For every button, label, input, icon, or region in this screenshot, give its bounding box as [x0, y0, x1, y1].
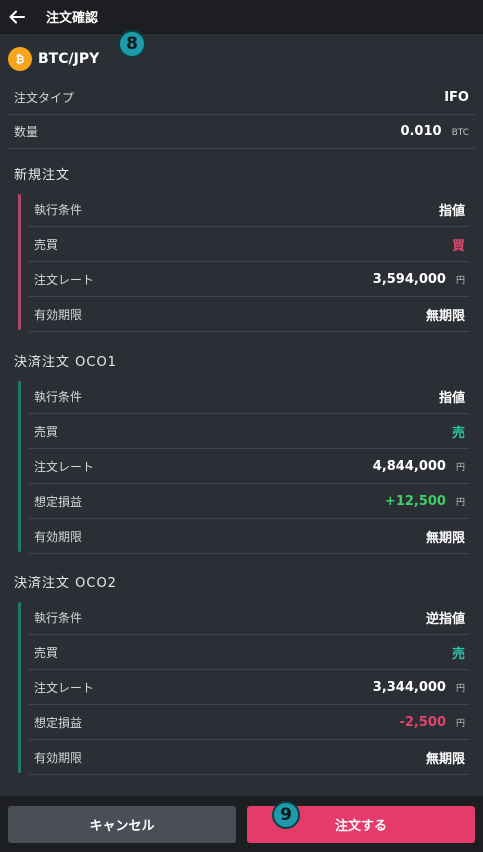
row-value: 3,594,000 円 [373, 272, 465, 287]
row-value: -2,500 円 [399, 715, 465, 730]
section-title: 決済注文 OCO1 [14, 355, 117, 370]
value-text: 売 [451, 646, 465, 662]
detail-row: 売買 買 [28, 227, 469, 262]
value-unit: BTC [451, 128, 469, 138]
row-label: 売買 [34, 645, 59, 660]
row-value: 3,344,000 円 [373, 680, 465, 695]
detail-row: 注文レート 3,594,000 円 [28, 262, 469, 297]
section-accent-line [18, 381, 21, 552]
section-accent-line [18, 602, 21, 773]
value-text: 買 [451, 238, 465, 254]
detail-row: 注文レート 4,844,000 円 [28, 449, 469, 484]
summary-row: 注文タイプ IFO [8, 81, 475, 115]
value-text: IFO [444, 90, 469, 105]
row-value: 逆指値 [426, 608, 465, 627]
value-unit: 円 [455, 718, 465, 729]
row-label: 執行条件 [34, 202, 83, 217]
value-text: 無期限 [425, 751, 465, 767]
footer-actions: キャンセル 注文する [0, 796, 483, 852]
step-badge-8: 8 [118, 30, 146, 58]
row-value: 売 [452, 422, 465, 441]
detail-row: 売買 売 [28, 635, 469, 670]
summary-row: 数量 0.010 BTC [8, 115, 475, 149]
detail-row: 想定損益 -2,500 円 [28, 705, 469, 740]
row-label: 想定損益 [34, 494, 83, 509]
detail-row: 執行条件 指値 [28, 379, 469, 414]
detail-row: 注文レート 3,344,000 円 [28, 670, 469, 705]
row-label: 有効期限 [34, 750, 83, 765]
section-accent-line [18, 194, 21, 330]
row-value: IFO [444, 90, 469, 105]
row-label: 執行条件 [34, 610, 83, 625]
section-title: 決済注文 OCO2 [14, 576, 117, 591]
section-title: 新規注文 [14, 168, 71, 183]
page-title: 注文確認 [46, 11, 99, 26]
pair-name: BTC/JPY [38, 51, 100, 67]
detail-row: 執行条件 指値 [28, 192, 469, 227]
row-label: 有効期限 [34, 529, 83, 544]
svg-text:₿: ₿ [16, 53, 25, 66]
arrow-left-icon [9, 10, 25, 23]
row-value: 指値 [439, 200, 465, 219]
row-label: 有効期限 [34, 307, 83, 322]
value-text: 無期限 [425, 308, 465, 324]
cancel-button[interactable]: キャンセル [8, 806, 236, 843]
value-text: 指値 [438, 203, 465, 219]
row-label: 売買 [34, 237, 59, 252]
value-text: 0.010 [400, 124, 442, 139]
value-text: 3,594,000 [372, 271, 446, 287]
row-value: 4,844,000 円 [373, 459, 465, 474]
row-value: 無期限 [426, 748, 465, 767]
detail-row: 売買 売 [28, 414, 469, 449]
row-label: 売買 [34, 424, 59, 439]
value-text: 4,844,000 [372, 458, 446, 474]
row-label: 数量 [14, 125, 39, 139]
app-header: 注文確認 [0, 0, 483, 34]
row-label: 執行条件 [34, 389, 83, 404]
back-button[interactable] [0, 0, 34, 34]
value-text: 指値 [438, 390, 465, 406]
row-label: 注文レート [34, 459, 95, 474]
row-label: 注文タイプ [14, 91, 75, 105]
detail-row: 有効期限 無期限 [28, 519, 469, 554]
value-text: 売 [451, 425, 465, 441]
currency-pair: ₿ BTC/JPY [0, 40, 483, 78]
row-label: 想定損益 [34, 715, 83, 730]
row-value: 売 [452, 643, 465, 662]
row-label: 注文レート [34, 272, 95, 287]
row-value: 無期限 [426, 527, 465, 546]
step-badge-9: 9 [272, 801, 300, 829]
row-value: 指値 [439, 387, 465, 406]
detail-row: 執行条件 逆指値 [28, 600, 469, 635]
value-text: 3,344,000 [372, 679, 446, 695]
bitcoin-icon: ₿ [8, 47, 32, 71]
value-text: 無期限 [425, 530, 465, 546]
value-unit: 円 [455, 683, 465, 694]
value-text: 逆指値 [425, 611, 465, 627]
value-text: +12,500 [384, 493, 446, 509]
detail-row: 有効期限 無期限 [28, 740, 469, 775]
row-value: 買 [452, 235, 465, 254]
detail-row: 想定損益 +12,500 円 [28, 484, 469, 519]
row-value: 0.010 BTC [400, 124, 469, 139]
value-unit: 円 [455, 497, 465, 508]
detail-row: 有効期限 無期限 [28, 297, 469, 332]
value-text: -2,500 [399, 714, 446, 730]
value-unit: 円 [455, 275, 465, 286]
value-unit: 円 [455, 462, 465, 473]
row-value: +12,500 円 [385, 494, 465, 509]
row-label: 注文レート [34, 680, 95, 695]
row-value: 無期限 [426, 305, 465, 324]
